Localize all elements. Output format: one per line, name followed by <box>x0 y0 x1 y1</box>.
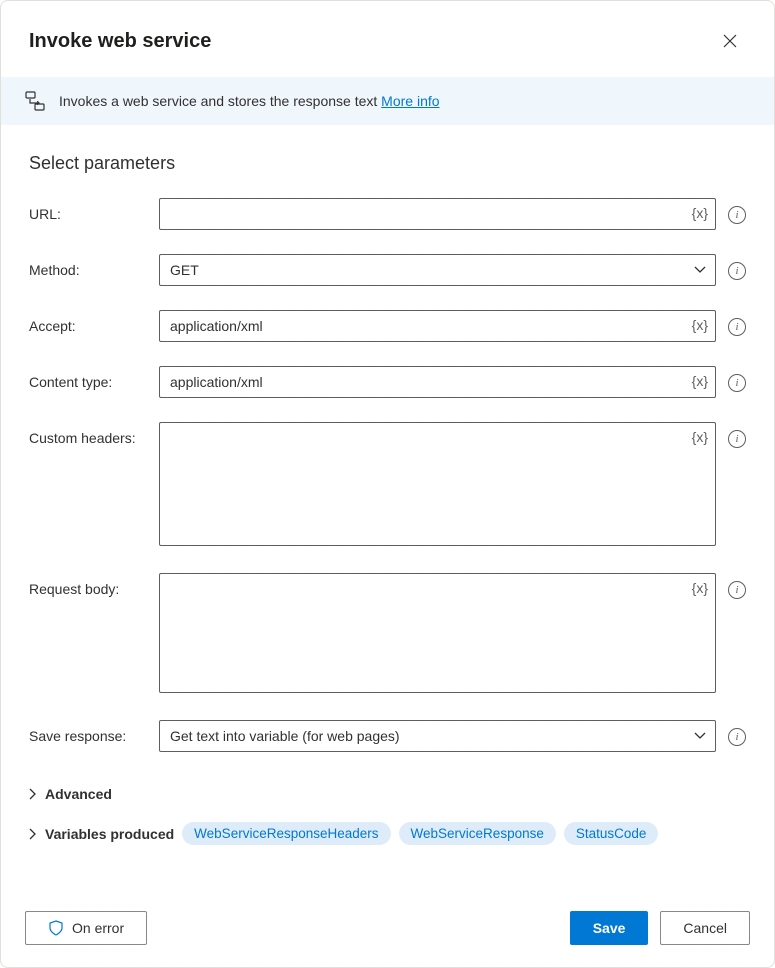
variable-chip[interactable]: WebServiceResponseHeaders <box>182 822 390 845</box>
var-token-button[interactable]: {x} <box>692 317 708 333</box>
info-icon[interactable]: i <box>728 430 746 448</box>
chevron-down-icon <box>694 732 706 740</box>
on-error-button[interactable]: On error <box>25 911 147 945</box>
field-url: URL: {x} i <box>29 198 746 230</box>
content-area: Select parameters URL: {x} i Method: GET… <box>1 125 774 892</box>
accept-label: Accept: <box>29 310 147 334</box>
info-icon[interactable]: i <box>728 262 746 280</box>
var-token-button[interactable]: {x} <box>692 580 708 596</box>
method-label: Method: <box>29 254 147 278</box>
chevron-down-icon <box>694 266 706 274</box>
close-button[interactable] <box>714 25 746 57</box>
advanced-expander[interactable]: Advanced <box>29 776 746 812</box>
custom-headers-label: Custom headers: <box>29 422 147 446</box>
custom-headers-input[interactable] <box>159 422 716 546</box>
chevron-right-icon <box>29 828 37 840</box>
field-content-type: Content type: {x} i <box>29 366 746 398</box>
request-body-label: Request body: <box>29 573 147 597</box>
cancel-button[interactable]: Cancel <box>660 911 750 945</box>
var-token-button[interactable]: {x} <box>692 373 708 389</box>
info-icon[interactable]: i <box>728 206 746 224</box>
cancel-label: Cancel <box>683 920 727 936</box>
method-value: GET <box>170 262 199 278</box>
var-token-button[interactable]: {x} <box>692 429 708 445</box>
info-text: Invokes a web service and stores the res… <box>59 93 381 109</box>
chevron-right-icon <box>29 788 37 800</box>
more-info-link[interactable]: More info <box>381 93 439 109</box>
save-response-value: Get text into variable (for web pages) <box>170 728 400 744</box>
info-text-wrap: Invokes a web service and stores the res… <box>59 93 440 109</box>
info-bar: Invokes a web service and stores the res… <box>1 77 774 125</box>
field-accept: Accept: {x} i <box>29 310 746 342</box>
variables-label: Variables produced <box>45 826 174 842</box>
field-request-body: Request body: {x} i <box>29 573 746 696</box>
var-token-button[interactable]: {x} <box>692 205 708 221</box>
variables-expander[interactable]: Variables produced WebServiceResponseHea… <box>29 812 746 855</box>
info-icon[interactable]: i <box>728 728 746 746</box>
variable-chip[interactable]: StatusCode <box>564 822 659 845</box>
url-label: URL: <box>29 198 147 222</box>
field-method: Method: GET i <box>29 254 746 286</box>
variable-chip[interactable]: WebServiceResponse <box>399 822 556 845</box>
dialog-title: Invoke web service <box>29 30 211 53</box>
field-save-response: Save response: Get text into variable (f… <box>29 720 746 752</box>
info-icon[interactable]: i <box>728 374 746 392</box>
dialog-footer: On error Save Cancel <box>1 892 774 967</box>
save-response-select[interactable]: Get text into variable (for web pages) <box>159 720 716 752</box>
save-label: Save <box>593 920 626 936</box>
info-icon[interactable]: i <box>728 318 746 336</box>
url-input[interactable] <box>159 198 716 230</box>
method-select[interactable]: GET <box>159 254 716 286</box>
advanced-label: Advanced <box>45 786 112 802</box>
info-icon[interactable]: i <box>728 581 746 599</box>
on-error-label: On error <box>72 920 124 936</box>
content-type-label: Content type: <box>29 366 147 390</box>
accept-input[interactable] <box>159 310 716 342</box>
save-response-label: Save response: <box>29 720 147 744</box>
field-custom-headers: Custom headers: {x} i <box>29 422 746 549</box>
request-body-input[interactable] <box>159 573 716 693</box>
content-type-input[interactable] <box>159 366 716 398</box>
save-button[interactable]: Save <box>570 911 649 945</box>
webservice-icon <box>25 91 45 111</box>
shield-icon <box>48 920 64 936</box>
dialog-header: Invoke web service <box>1 1 774 77</box>
section-title: Select parameters <box>29 153 746 174</box>
close-icon <box>723 34 737 48</box>
